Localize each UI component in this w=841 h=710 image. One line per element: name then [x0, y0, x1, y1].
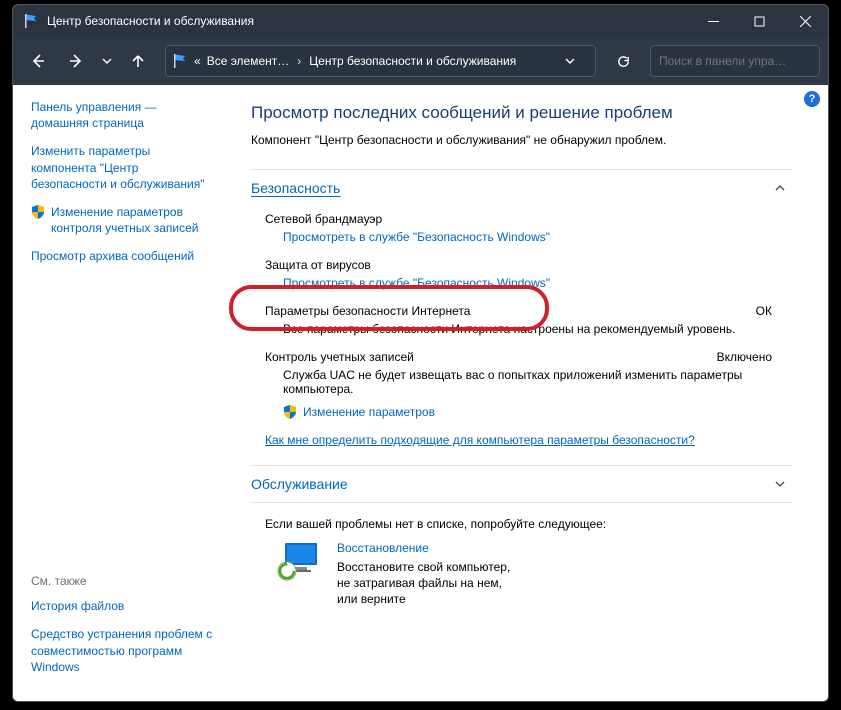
- virus-title: Защита от вирусов: [265, 258, 371, 272]
- internet-title: Параметры безопасности Интернета: [265, 304, 470, 318]
- forward-button[interactable]: [59, 44, 93, 78]
- troubleshoot-intro: Если вашей проблемы нет в списке, попроб…: [265, 517, 792, 531]
- help-icon[interactable]: ?: [804, 91, 820, 107]
- content-area: Панель управления — домашняя страница Из…: [13, 85, 828, 701]
- virus-item: Защита от вирусов Просмотреть в службе "…: [265, 258, 792, 290]
- search-box[interactable]: [650, 45, 820, 77]
- shield-icon: [31, 205, 45, 219]
- refresh-button[interactable]: [606, 44, 640, 78]
- faq-link[interactable]: Как мне определить подходящие для компью…: [265, 433, 695, 447]
- maximize-button[interactable]: [736, 5, 782, 37]
- titlebar: Центр безопасности и обслуживания: [13, 5, 828, 37]
- firewall-title: Сетевой брандмауэр: [265, 212, 382, 226]
- internet-item: Параметры безопасности Интернета ОК Все …: [265, 304, 792, 336]
- sidebar-home-link[interactable]: Панель управления — домашняя страница: [31, 99, 213, 131]
- chevron-down-icon: [772, 476, 788, 492]
- close-button[interactable]: [782, 5, 828, 37]
- window: Центр безопасности и обслуживания « Все …: [12, 4, 829, 702]
- maintenance-section-header[interactable]: Обслуживание: [251, 465, 792, 503]
- up-button[interactable]: [121, 44, 155, 78]
- uac-desc: Служба UAC не будет извещать вас о попыт…: [283, 368, 792, 396]
- uac-title: Контроль учетных записей: [265, 350, 414, 364]
- recovery-link[interactable]: Восстановление: [337, 541, 429, 555]
- security-flag-icon: [172, 53, 188, 69]
- internet-desc: Все параметры безопасности Интернета нас…: [283, 322, 792, 336]
- uac-item: Контроль учетных записей Включено Служба…: [265, 350, 792, 419]
- breadcrumb[interactable]: « Все элемент… › Центр безопасности и об…: [165, 45, 596, 77]
- breadcrumb-crumb-2[interactable]: Центр безопасности и обслуживания: [309, 54, 516, 68]
- breadcrumb-crumb-1[interactable]: Все элемент…: [207, 54, 290, 68]
- shield-icon: [283, 405, 297, 419]
- recovery-icon: [275, 541, 323, 581]
- breadcrumb-overflow[interactable]: «: [194, 54, 201, 68]
- page-title: Просмотр последних сообщений и решение п…: [251, 103, 792, 123]
- internet-status: ОК: [756, 304, 792, 318]
- window-controls: [690, 5, 828, 37]
- recent-locations-button[interactable]: [97, 44, 117, 78]
- recovery-desc: Восстановите свой компьютер, не затрагив…: [337, 559, 517, 608]
- see-also-title: См. также: [31, 563, 213, 588]
- breadcrumb-dropdown[interactable]: [565, 56, 589, 66]
- troubleshoot-block: Если вашей проблемы нет в списке, попроб…: [251, 517, 792, 608]
- uac-change-link[interactable]: Изменение параметров: [303, 405, 435, 419]
- sidebar-file-history-link[interactable]: История файлов: [31, 598, 213, 614]
- minimize-button[interactable]: [690, 5, 736, 37]
- search-input[interactable]: [659, 54, 811, 68]
- page-subtitle: Компонент "Центр безопасности и обслужив…: [251, 133, 792, 147]
- firewall-link[interactable]: Просмотреть в службе "Безопасность Windo…: [283, 230, 550, 244]
- sidebar-change-settings-link[interactable]: Изменить параметры компонента "Центр без…: [31, 143, 213, 192]
- sidebar-troubleshoot-link[interactable]: Средство устранения проблем с совместимо…: [31, 626, 213, 675]
- sidebar-see-also: См. также История файлов Средство устран…: [31, 563, 213, 687]
- sidebar-uac-label[interactable]: Изменение параметров контроля учетных за…: [51, 204, 213, 236]
- maintenance-section-label: Обслуживание: [251, 476, 348, 492]
- faq-link-row: Как мне определить подходящие для компью…: [265, 433, 792, 447]
- chevron-right-icon: ›: [295, 54, 303, 68]
- back-button[interactable]: [21, 44, 55, 78]
- sidebar: Панель управления — домашняя страница Из…: [13, 85, 223, 701]
- window-title: Центр безопасности и обслуживания: [47, 14, 690, 28]
- navbar: « Все элемент… › Центр безопасности и об…: [13, 37, 828, 85]
- main-panel: ? Просмотр последних сообщений и решение…: [223, 85, 828, 701]
- sidebar-uac-link[interactable]: Изменение параметров контроля учетных за…: [31, 204, 213, 236]
- sidebar-archive-link[interactable]: Просмотр архива сообщений: [31, 248, 213, 264]
- security-section-header[interactable]: Безопасность: [251, 169, 792, 206]
- firewall-item: Сетевой брандмауэр Просмотреть в службе …: [265, 212, 792, 244]
- security-section-label: Безопасность: [251, 180, 340, 196]
- uac-status: Включено: [717, 350, 792, 364]
- virus-link[interactable]: Просмотреть в службе "Безопасность Windo…: [283, 276, 550, 290]
- chevron-up-icon: [772, 180, 788, 196]
- security-flag-icon: [23, 13, 39, 29]
